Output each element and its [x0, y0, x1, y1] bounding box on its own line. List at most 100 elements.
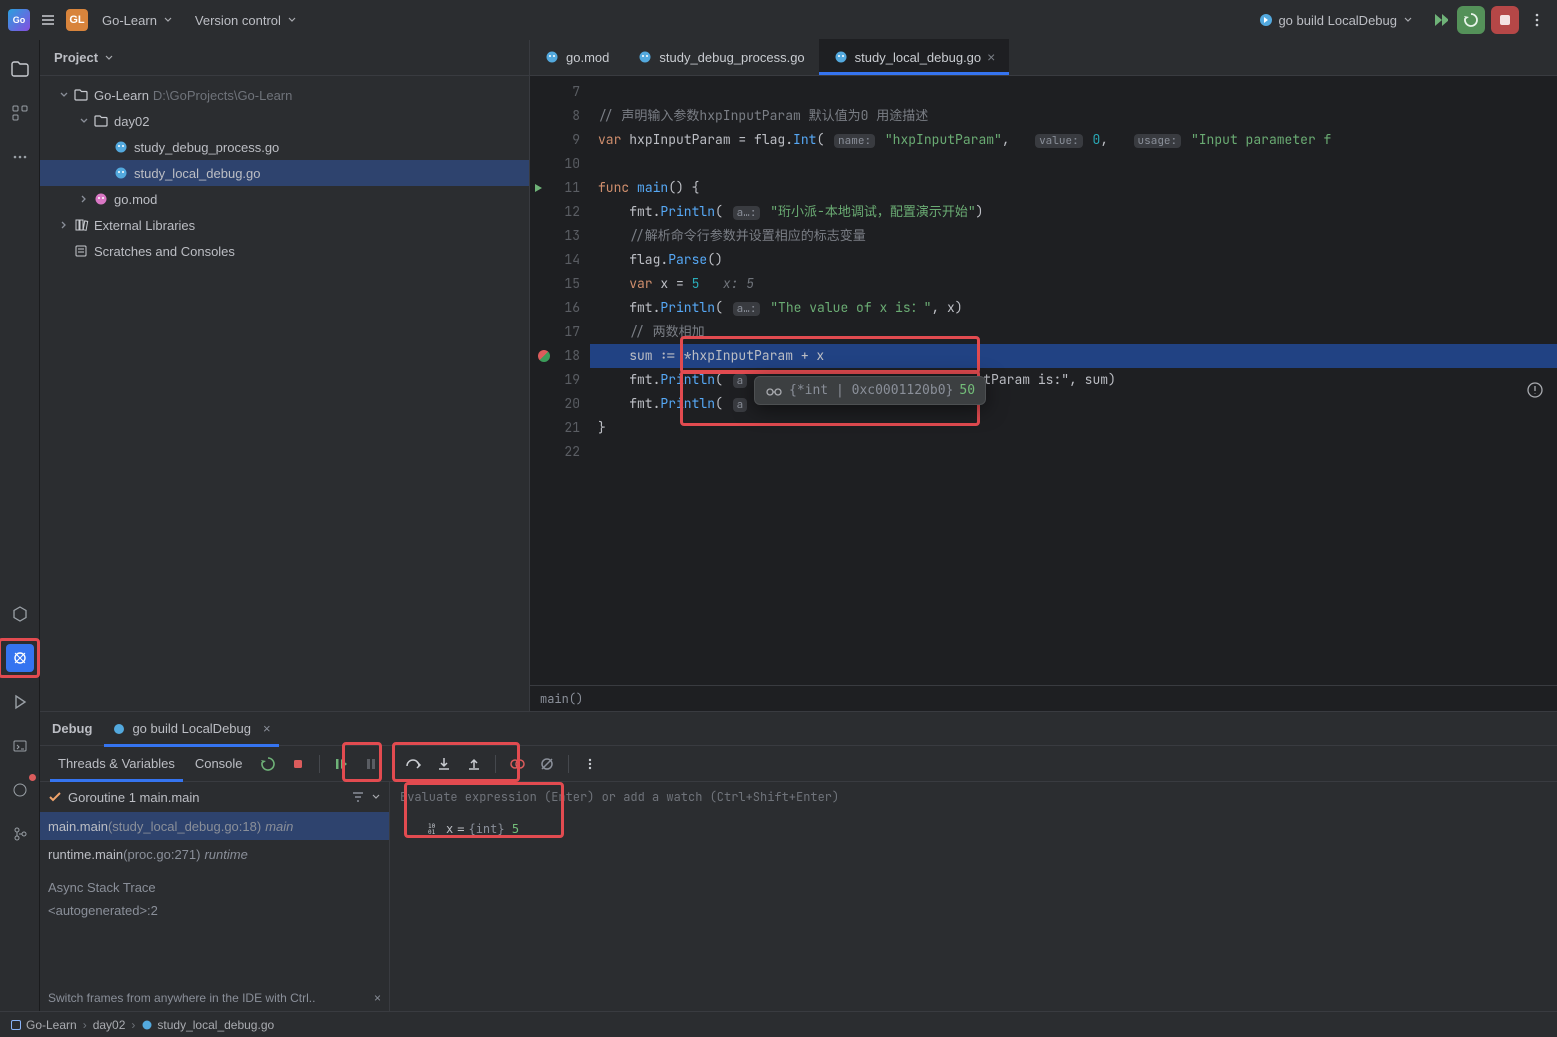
project-tool-icon[interactable]	[7, 56, 33, 82]
variable-row[interactable]: 1001 x = {int} 5	[390, 816, 1557, 842]
debug-tool-icon[interactable]	[6, 644, 34, 672]
code-line[interactable]: fmt.Println( a…: "The value of x is：", x…	[590, 296, 1557, 320]
debug-config-tab[interactable]: go build LocalDebug ×	[108, 712, 274, 746]
debug-evaluate-popup: {*int | 0xc0001120b0} 50	[754, 376, 986, 405]
editor-tab[interactable]: go.mod	[530, 39, 623, 75]
close-icon[interactable]: ×	[263, 721, 271, 736]
go-build-icon	[1258, 12, 1274, 28]
breadcrumb-fn[interactable]: main()	[540, 691, 583, 707]
code-line[interactable]: sum := *hxpInputParam + x	[590, 344, 1557, 368]
chevron-down-icon[interactable]	[104, 53, 114, 63]
tree-item[interactable]: go.mod	[40, 186, 529, 212]
threads-variables-tab[interactable]: Threads & Variables	[50, 746, 183, 782]
run-button[interactable]	[1427, 8, 1451, 32]
filter-icon[interactable]	[351, 790, 365, 804]
code-line[interactable]	[590, 152, 1557, 176]
debug-config-label: go build LocalDebug	[132, 721, 251, 736]
problems-icon[interactable]	[6, 776, 34, 804]
run-config-label: go build LocalDebug	[1278, 13, 1397, 28]
chevron-down-icon	[287, 15, 297, 25]
code-line[interactable]: // 声明输入参数hxpInputParam 默认值为0 用途描述	[590, 104, 1557, 128]
evaluate-expression-input[interactable]: Evaluate expression (Enter) or add a wat…	[390, 782, 1557, 812]
code-line[interactable]: var x = 5 x: 5	[590, 272, 1557, 296]
goroutine-label[interactable]: Goroutine 1 main.main	[68, 790, 200, 805]
code-line[interactable]: // 两数相加	[590, 320, 1557, 344]
step-over-icon[interactable]	[401, 751, 427, 777]
code-line[interactable]: fmt.Println( a	[590, 392, 1557, 416]
console-tab-label: Console	[195, 756, 243, 771]
code-line[interactable]	[590, 440, 1557, 464]
code-line[interactable]: fmt.Println( a tParam is:", sum)	[590, 368, 1557, 392]
mute-breakpoints-icon[interactable]	[534, 751, 560, 777]
stack-frame[interactable]: runtime.goexit (asm_amd64.s:1695) runtim…	[40, 868, 389, 876]
code-line[interactable]: //解析命令行参数并设置相应的标志变量	[590, 224, 1557, 248]
status-crumb[interactable]: study_local_debug.go	[157, 1018, 274, 1032]
services-icon[interactable]	[6, 600, 34, 628]
step-out-icon[interactable]	[461, 751, 487, 777]
project-dropdown[interactable]: Go-Learn	[94, 9, 181, 32]
status-crumb[interactable]: day02	[93, 1018, 126, 1032]
project-name-label: Go-Learn	[102, 13, 157, 28]
project-panel: Project Go-LearnD:\GoProjects\Go-Learnda…	[40, 40, 530, 711]
project-panel-title: Project	[54, 50, 98, 65]
resume-icon[interactable]	[328, 751, 354, 777]
binary-icon: 1001	[426, 822, 440, 836]
go-build-icon	[112, 722, 126, 736]
status-crumb[interactable]: Go-Learn	[26, 1018, 77, 1032]
glasses-icon	[765, 384, 783, 398]
hamburger-icon[interactable]	[36, 8, 60, 32]
go-file-icon	[141, 1019, 153, 1031]
structure-tool-icon[interactable]	[7, 100, 33, 126]
autogen-label: <autogenerated>:2	[40, 899, 389, 922]
code-line[interactable]: flag.Parse()	[590, 248, 1557, 272]
more-icon[interactable]	[1525, 8, 1549, 32]
tree-item[interactable]: study_local_debug.go	[40, 160, 529, 186]
pause-icon[interactable]	[358, 751, 384, 777]
eval-value: 50	[959, 383, 975, 398]
code-line[interactable]: fmt.Println( a…: "珩小派-本地调试，配置演示开始")	[590, 200, 1557, 224]
console-tab[interactable]: Console	[187, 746, 251, 782]
editor-tab[interactable]: study_local_debug.go×	[819, 39, 1010, 75]
terminal-icon[interactable]	[6, 732, 34, 760]
tree-item[interactable]: Go-LearnD:\GoProjects\Go-Learn	[40, 82, 529, 108]
chevron-down-icon	[1403, 15, 1413, 25]
rerun-icon[interactable]	[255, 751, 281, 777]
project-badge: GL	[66, 9, 88, 31]
stack-frame[interactable]: runtime.main (proc.go:271) runtime	[40, 840, 389, 868]
var-type: {int}	[468, 822, 504, 836]
stop-icon[interactable]	[285, 751, 311, 777]
ide-logo-icon: Go	[8, 9, 30, 31]
view-breakpoints-icon[interactable]	[504, 751, 530, 777]
code-line[interactable]	[590, 80, 1557, 104]
stack-frame[interactable]: main.main (study_local_debug.go:18) main	[40, 812, 389, 840]
rerun-debug-button[interactable]	[1457, 6, 1485, 34]
eval-type: {*int | 0xc0001120b0}	[789, 383, 953, 398]
close-icon[interactable]: ×	[987, 49, 995, 65]
run-tool-icon[interactable]	[6, 688, 34, 716]
stop-button[interactable]	[1491, 6, 1519, 34]
threads-tab-label: Threads & Variables	[58, 756, 175, 771]
debug-more-icon[interactable]	[577, 751, 603, 777]
run-config-dropdown[interactable]: go build LocalDebug	[1250, 8, 1421, 32]
eval-placeholder: Evaluate expression (Enter) or add a wat…	[400, 789, 839, 805]
step-into-icon[interactable]	[431, 751, 457, 777]
more-tools-icon[interactable]	[7, 144, 33, 170]
check-icon	[48, 790, 62, 804]
code-line[interactable]: func main() {	[590, 176, 1557, 200]
git-icon[interactable]	[6, 820, 34, 848]
var-name: x	[446, 822, 453, 836]
tree-item[interactable]: study_debug_process.go	[40, 134, 529, 160]
code-line[interactable]: }	[590, 416, 1557, 440]
chevron-down-icon[interactable]	[371, 792, 381, 802]
tree-item[interactable]: Scratches and Consoles	[40, 238, 529, 264]
var-value: 5	[512, 822, 519, 836]
close-icon[interactable]: ×	[374, 991, 381, 1005]
tree-item[interactable]: day02	[40, 108, 529, 134]
vcs-dropdown[interactable]: Version control	[187, 9, 305, 32]
warning-icon[interactable]	[1525, 380, 1545, 400]
debug-title: Debug	[52, 721, 92, 736]
editor-tab[interactable]: study_debug_process.go	[623, 39, 818, 75]
debug-panel: Debug go build LocalDebug × Threads & Va…	[40, 711, 1557, 1011]
code-line[interactable]: var hxpInputParam = flag.Int( name: "hxp…	[590, 128, 1557, 152]
tree-item[interactable]: External Libraries	[40, 212, 529, 238]
